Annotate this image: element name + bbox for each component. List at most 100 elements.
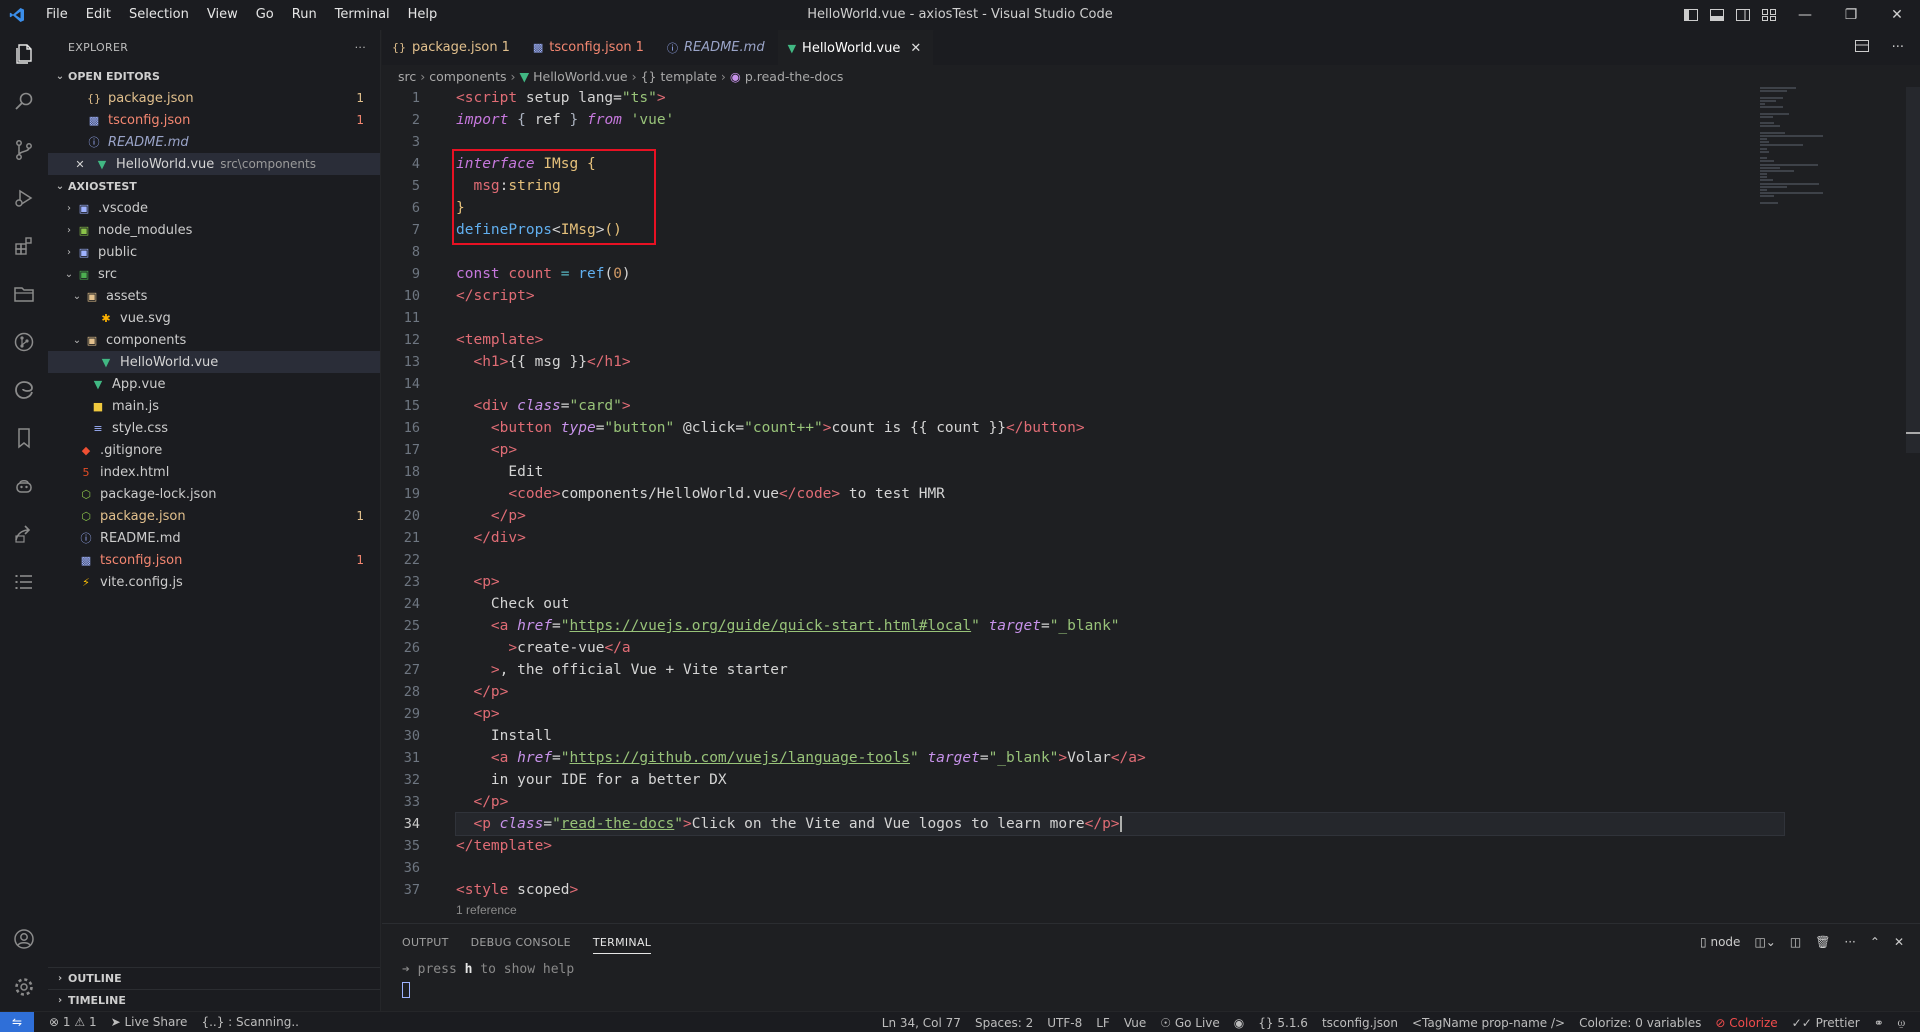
- tree-file[interactable]: ▼ App.vue: [48, 373, 380, 395]
- tree-file[interactable]: ✱ vue.svg: [48, 307, 380, 329]
- encoding[interactable]: UTF-8: [1040, 1016, 1089, 1030]
- minimize-button[interactable]: —: [1782, 0, 1828, 30]
- open-editor-item[interactable]: ⓘ README.md: [48, 131, 380, 153]
- menu-file[interactable]: File: [38, 0, 76, 30]
- run-debug-icon[interactable]: [0, 174, 48, 222]
- outline-section[interactable]: › OUTLINE: [48, 967, 380, 989]
- breadcrumb-item[interactable]: HelloWorld.vue: [533, 69, 628, 84]
- problems-indicator[interactable]: ⊗ 1 ⚠ 1: [42, 1015, 104, 1029]
- menu-run[interactable]: Run: [284, 0, 325, 30]
- close-window-button[interactable]: ✕: [1874, 0, 1920, 30]
- toggle-panel-icon[interactable]: [1704, 0, 1730, 30]
- split-editor-icon[interactable]: [1854, 38, 1870, 58]
- indentation[interactable]: Spaces: 2: [968, 1016, 1040, 1030]
- open-editors-section[interactable]: ⌄ OPEN EDITORS: [48, 65, 380, 87]
- menu-selection[interactable]: Selection: [121, 0, 197, 30]
- tab-debug-console[interactable]: DEBUG CONSOLE: [471, 936, 571, 949]
- close-icon[interactable]: ✕: [72, 156, 88, 172]
- more-actions-icon[interactable]: ···: [1892, 40, 1904, 55]
- restore-button[interactable]: ❐: [1828, 0, 1874, 30]
- tab-tsconfig-json[interactable]: ▩ tsconfig.json 1: [523, 30, 657, 65]
- search-icon[interactable]: [0, 78, 48, 126]
- language-mode[interactable]: Vue: [1117, 1016, 1153, 1030]
- code-editor[interactable]: 1 2 3 4 5 6 7 8 9 10 11 12 13 14 15 16 17 18 19 20 21 22 23 24 2…: [382, 87, 1920, 923]
- toggle-primary-sidebar-icon[interactable]: [1678, 0, 1704, 30]
- customize-layout-icon[interactable]: [1756, 0, 1782, 30]
- tab-package-json[interactable]: {} package.json 1: [382, 30, 523, 65]
- extensions-icon[interactable]: [0, 222, 48, 270]
- breadcrumb-item[interactable]: {} template: [641, 69, 717, 84]
- remote-explorer-icon[interactable]: [0, 510, 48, 558]
- more-actions-icon[interactable]: ···: [1844, 935, 1855, 949]
- colorize-variables[interactable]: Colorize: 0 variables: [1572, 1016, 1708, 1030]
- tree-file[interactable]: ▼ HelloWorld.vue: [48, 351, 380, 373]
- tree-file[interactable]: ⬡ package-lock.json: [48, 483, 380, 505]
- timeline-section[interactable]: › TIMELINE: [48, 989, 380, 1011]
- tree-file[interactable]: ≡ style.css: [48, 417, 380, 439]
- tree-folder[interactable]: › ▣ public: [48, 241, 380, 263]
- source-control-icon[interactable]: [0, 126, 48, 174]
- tree-folder[interactable]: ⌄ ▣ components: [48, 329, 380, 351]
- colorize-toggle[interactable]: ⊘ Colorize: [1708, 1016, 1784, 1030]
- remote-indicator-icon[interactable]: ⇋: [0, 1011, 34, 1032]
- tab-terminal[interactable]: TERMINAL: [592, 931, 652, 954]
- codelens-reference[interactable]: 1 reference: [456, 901, 1784, 919]
- live-share-button[interactable]: ➤ Live Share: [104, 1015, 195, 1029]
- menu-terminal[interactable]: Terminal: [327, 0, 398, 30]
- menu-help[interactable]: Help: [400, 0, 446, 30]
- tree-file[interactable]: ▩ tsconfig.json 1: [48, 549, 380, 571]
- tsconfig-status[interactable]: tsconfig.json: [1315, 1016, 1405, 1030]
- tab-helloworld-vue[interactable]: ▼ HelloWorld.vue ✕: [777, 30, 935, 65]
- maximize-panel-icon[interactable]: ⌃: [1870, 935, 1880, 949]
- ts-version[interactable]: {} 5.1.6: [1251, 1016, 1315, 1030]
- tree-file[interactable]: ⚡ vite.config.js: [48, 571, 380, 593]
- notifications-bell-icon[interactable]: ⍹: [1891, 1015, 1912, 1030]
- project-section[interactable]: ⌄ AXIOSTEST: [48, 175, 380, 197]
- tree-folder[interactable]: › ▣ .vscode: [48, 197, 380, 219]
- edge-tools-icon[interactable]: [0, 366, 48, 414]
- open-editor-item[interactable]: {} package.json 1: [48, 87, 380, 109]
- open-editor-item[interactable]: ✕ ▼ HelloWorld.vue src\components: [48, 153, 380, 175]
- prettier-status[interactable]: ✓✓ Prettier: [1785, 1016, 1867, 1030]
- copilot-icon[interactable]: [0, 462, 48, 510]
- close-tab-icon[interactable]: ✕: [910, 41, 921, 56]
- explorer-icon[interactable]: [0, 30, 48, 78]
- minimap[interactable]: [1760, 87, 1850, 207]
- new-terminal-icon[interactable]: ◫⌄: [1754, 935, 1775, 949]
- tree-file[interactable]: ⓘ README.md: [48, 527, 380, 549]
- settings-gear-icon[interactable]: [0, 963, 48, 1011]
- tree-folder[interactable]: › ▣ node_modules: [48, 219, 380, 241]
- breadcrumb-item[interactable]: src: [398, 69, 416, 84]
- open-editor-item[interactable]: ▩ tsconfig.json 1: [48, 109, 380, 131]
- copilot-status-icon[interactable]: ◉: [1227, 1016, 1251, 1030]
- tree-file[interactable]: ◆ .gitignore: [48, 439, 380, 461]
- tree-folder[interactable]: ⌄ ▣ assets: [48, 285, 380, 307]
- go-live-button[interactable]: ☉ Go Live: [1153, 1016, 1227, 1030]
- toggle-secondary-sidebar-icon[interactable]: [1730, 0, 1756, 30]
- tree-folder[interactable]: ⌄ ▣ src: [48, 263, 380, 285]
- tree-file[interactable]: ■ main.js: [48, 395, 380, 417]
- tag-name-casing[interactable]: <TagName prop-name />: [1405, 1016, 1572, 1030]
- menu-go[interactable]: Go: [248, 0, 282, 30]
- tree-file[interactable]: ⬡ package.json 1: [48, 505, 380, 527]
- scanning-status[interactable]: {..} : Scanning..: [194, 1015, 306, 1029]
- breadcrumb-item[interactable]: p.read-the-docs: [745, 69, 844, 84]
- git-graph-icon[interactable]: [0, 318, 48, 366]
- terminal-instance[interactable]: ▯ node: [1700, 935, 1740, 949]
- split-terminal-icon[interactable]: ◫: [1790, 935, 1801, 949]
- more-actions-icon[interactable]: ···: [355, 41, 366, 54]
- cursor-position[interactable]: Ln 34, Col 77: [875, 1016, 968, 1030]
- account-icon[interactable]: [0, 915, 48, 963]
- breadcrumb-item[interactable]: components: [429, 69, 506, 84]
- todo-list-icon[interactable]: [0, 558, 48, 606]
- accounts-status-icon[interactable]: ⚭: [1867, 1016, 1891, 1030]
- tab-readme-md[interactable]: ⓘ README.md: [657, 30, 778, 65]
- vertical-scrollbar[interactable]: [1906, 87, 1920, 453]
- folder-manager-icon[interactable]: [0, 270, 48, 318]
- tree-file[interactable]: 5 index.html: [48, 461, 380, 483]
- trash-icon[interactable]: 🗑: [1815, 935, 1830, 949]
- end-of-line[interactable]: LF: [1089, 1016, 1117, 1030]
- terminal-output[interactable]: ➔ press h to show help: [382, 960, 1920, 1000]
- bookmarks-icon[interactable]: [0, 414, 48, 462]
- menu-view[interactable]: View: [199, 0, 246, 30]
